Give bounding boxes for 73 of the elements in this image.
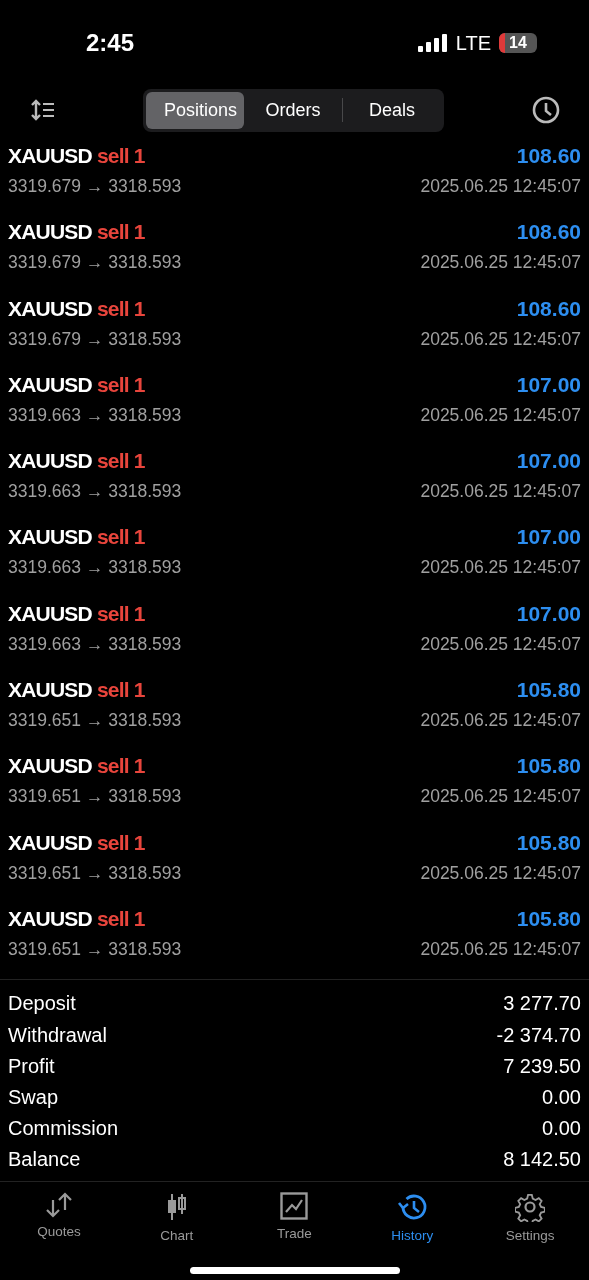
summary-value: 8 142.50 xyxy=(503,1148,581,1172)
summary-value: 7 239.50 xyxy=(503,1054,581,1078)
deal-title: XAUUSD sell 1 xyxy=(8,296,145,321)
deal-profit: 107.00 xyxy=(516,372,581,397)
segment-tab[interactable]: Deals xyxy=(343,91,441,129)
tab-bar-item[interactable]: Trade xyxy=(249,1192,340,1244)
battery-indicator: 14 xyxy=(499,33,537,53)
deal-prices: 3319.663 → 3318.593 xyxy=(8,633,182,655)
deal-profit: 105.80 xyxy=(516,754,581,779)
deal-title: XAUUSD sell 1 xyxy=(8,525,145,550)
summary-label: Deposit xyxy=(8,992,76,1016)
deal-time: 2025.06.25 12:45:07 xyxy=(420,862,581,884)
deal-prices: 3319.651 → 3318.593 xyxy=(8,862,182,884)
deal-time: 2025.06.25 12:45:07 xyxy=(420,481,581,503)
summary-value: -2 374.70 xyxy=(496,1023,581,1047)
deal-profit: 105.80 xyxy=(516,678,581,703)
segment-tab[interactable]: Positions xyxy=(146,91,244,129)
arrows-icon xyxy=(43,1192,74,1219)
summary-value: 0.00 xyxy=(542,1085,581,1109)
line-chart-icon xyxy=(280,1192,309,1221)
deal-title: XAUUSD sell 1 xyxy=(8,754,145,779)
deal-time: 2025.06.25 12:45:07 xyxy=(420,633,581,655)
deal-time: 2025.06.25 12:45:07 xyxy=(420,404,581,426)
tab-bar-item[interactable]: Quotes xyxy=(13,1192,104,1244)
status-time: 2:45 xyxy=(86,29,135,57)
deal-profit: 105.80 xyxy=(516,906,581,931)
deal-prices: 3319.679 → 3318.593 xyxy=(8,252,182,274)
deal-title: XAUUSD sell 1 xyxy=(8,220,145,245)
summary-label: Balance xyxy=(8,1148,81,1172)
deal-time: 2025.06.25 12:45:07 xyxy=(420,710,581,732)
deal-time: 2025.06.25 12:45:07 xyxy=(420,328,581,350)
deal-title: XAUUSD sell 1 xyxy=(8,830,145,855)
signal-icon xyxy=(417,34,448,52)
deal-title: XAUUSD sell 1 xyxy=(8,601,145,626)
deal-time: 2025.06.25 12:45:07 xyxy=(420,176,581,197)
summary-label: Swap xyxy=(8,1085,59,1109)
segment-tab[interactable]: Orders xyxy=(244,91,342,129)
tab-bar-item[interactable]: Settings xyxy=(485,1192,576,1244)
network-label: LTE xyxy=(455,31,491,55)
deal-title: XAUUSD sell 1 xyxy=(8,449,145,474)
clock-icon[interactable] xyxy=(531,95,561,125)
deal-prices: 3319.663 → 3318.593 xyxy=(8,481,182,503)
summary-label: Withdrawal xyxy=(8,1023,107,1047)
summary-label: Commission xyxy=(8,1117,119,1141)
summary-value: 0.00 xyxy=(542,1117,581,1141)
summary-label: Profit xyxy=(8,1054,55,1078)
deal-prices: 3319.663 → 3318.593 xyxy=(8,557,182,579)
deal-title: XAUUSD sell 1 xyxy=(8,678,145,703)
deal-prices: 3319.679 → 3318.593 xyxy=(8,328,182,350)
deal-profit: 105.80 xyxy=(516,830,581,855)
deal-profit: 107.00 xyxy=(516,525,581,550)
deal-prices: 3319.651 → 3318.593 xyxy=(8,710,182,732)
sort-icon[interactable] xyxy=(30,99,56,121)
deal-prices: 3319.651 → 3318.593 xyxy=(8,938,182,960)
deal-title: XAUUSD sell 1 xyxy=(8,144,145,168)
deal-time: 2025.06.25 12:45:07 xyxy=(420,938,581,960)
deal-profit: 107.00 xyxy=(516,449,581,474)
deal-prices: 3319.663 → 3318.593 xyxy=(8,404,182,426)
tab-bar-item[interactable]: History xyxy=(367,1192,458,1244)
settings-icon xyxy=(515,1192,546,1223)
deal-time: 2025.06.25 12:45:07 xyxy=(420,786,581,808)
deal-title: XAUUSD sell 1 xyxy=(8,372,145,397)
deal-time: 2025.06.25 12:45:07 xyxy=(420,557,581,579)
deal-profit: 108.60 xyxy=(516,296,581,321)
deal-time: 2025.06.25 12:45:07 xyxy=(420,252,581,274)
tab-bar-item[interactable]: Chart xyxy=(131,1192,222,1244)
deal-profit: 108.60 xyxy=(516,144,581,168)
deal-profit: 107.00 xyxy=(516,601,581,626)
deal-prices: 3319.679 → 3318.593 xyxy=(8,176,182,197)
summary-value: 3 277.70 xyxy=(503,992,581,1016)
deal-title: XAUUSD sell 1 xyxy=(8,906,145,931)
deal-profit: 108.60 xyxy=(516,220,581,245)
deal-prices: 3319.651 → 3318.593 xyxy=(8,786,182,808)
